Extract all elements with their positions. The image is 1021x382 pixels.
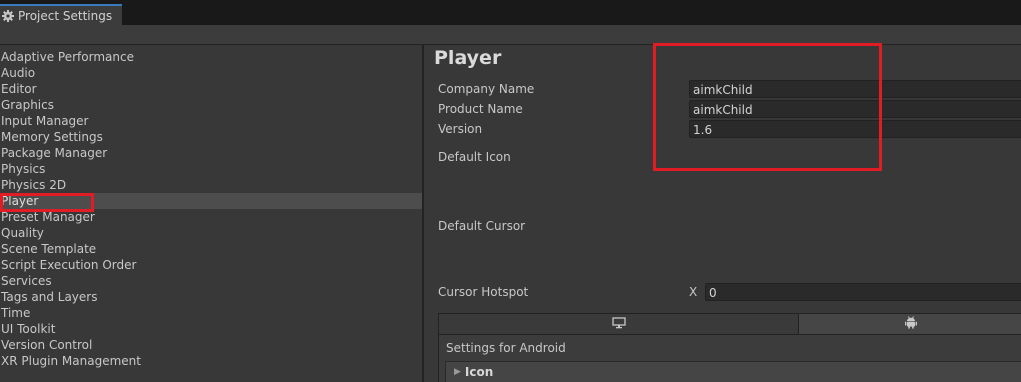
triangle-right-icon: ▶ xyxy=(454,367,461,377)
version-field[interactable]: 1.6 xyxy=(689,120,1021,138)
sidebar-item-player[interactable]: Player xyxy=(0,193,422,209)
sidebar-item-ui-toolkit[interactable]: UI Toolkit xyxy=(0,321,422,337)
player-settings-panel: Player Company Name aimkChild Product Na… xyxy=(424,45,1021,382)
sidebar-item-preset-manager[interactable]: Preset Manager xyxy=(0,209,422,225)
settings-for-android: Settings for Android ▶ Icon xyxy=(438,335,1021,382)
sidebar-item-physics[interactable]: Physics xyxy=(0,161,422,177)
window-title-bar: Project Settings xyxy=(0,0,1021,25)
sidebar-item-script-execution-order[interactable]: Script Execution Order xyxy=(0,257,422,273)
product-name-field[interactable]: aimkChild xyxy=(689,100,1021,118)
cursor-hotspot-label: Cursor Hotspot xyxy=(438,285,529,299)
project-settings-tab[interactable]: Project Settings xyxy=(0,4,122,25)
sidebar-item-graphics[interactable]: Graphics xyxy=(0,97,422,113)
sidebar-item-package-manager[interactable]: Package Manager xyxy=(0,145,422,161)
icon-section-label: Icon xyxy=(464,365,494,379)
monitor-icon xyxy=(611,316,626,332)
sidebar-item-editor[interactable]: Editor xyxy=(0,81,422,97)
gear-icon xyxy=(2,9,14,22)
default-icon-label: Default Icon xyxy=(438,150,511,164)
version-label: Version xyxy=(438,122,483,136)
sidebar-item-adaptive-performance[interactable]: Adaptive Performance xyxy=(0,49,422,65)
toolbar xyxy=(0,25,1021,45)
sidebar-item-tags-and-layers[interactable]: Tags and Layers xyxy=(0,289,422,305)
sidebar-item-xr-plugin-management[interactable]: XR Plugin Management xyxy=(0,353,422,369)
sidebar-item-physics-2d[interactable]: Physics 2D xyxy=(0,177,422,193)
tab-standalone[interactable] xyxy=(439,314,799,334)
android-icon xyxy=(904,316,917,332)
sidebar-item-memory-settings[interactable]: Memory Settings xyxy=(0,129,422,145)
page-title: Player xyxy=(434,47,502,69)
settings-for-title: Settings for Android xyxy=(446,341,566,355)
product-name-label: Product Name xyxy=(438,102,523,116)
cursor-hotspot-x-field[interactable]: 0 xyxy=(705,283,1021,301)
settings-sidebar: Adaptive Performance Audio Editor Graphi… xyxy=(0,45,422,382)
sidebar-item-time[interactable]: Time xyxy=(0,305,422,321)
platform-tabs xyxy=(438,313,1021,335)
icon-section-header[interactable]: ▶ Icon xyxy=(445,361,1021,382)
tab-android[interactable] xyxy=(799,314,1021,334)
sidebar-item-scene-template[interactable]: Scene Template xyxy=(0,241,422,257)
default-cursor-label: Default Cursor xyxy=(438,219,526,233)
sidebar-item-version-control[interactable]: Version Control xyxy=(0,337,422,353)
cursor-hotspot-x-label: X xyxy=(689,285,698,299)
sidebar-item-services[interactable]: Services xyxy=(0,273,422,289)
sidebar-item-quality[interactable]: Quality xyxy=(0,225,422,241)
sidebar-item-audio[interactable]: Audio xyxy=(0,65,422,81)
company-name-field[interactable]: aimkChild xyxy=(689,80,1021,98)
sidebar-item-input-manager[interactable]: Input Manager xyxy=(0,113,422,129)
company-name-label: Company Name xyxy=(438,82,535,96)
tab-title: Project Settings xyxy=(18,8,113,23)
